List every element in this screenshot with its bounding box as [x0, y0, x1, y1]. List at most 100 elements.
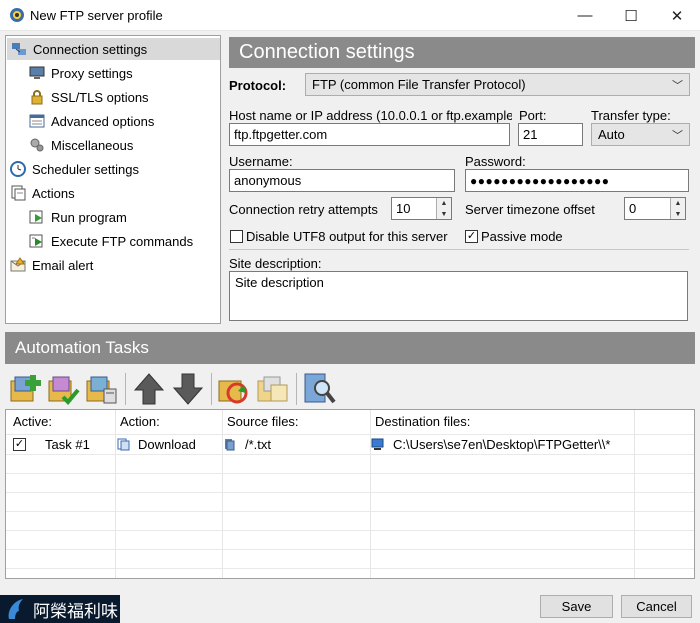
toolbar-separator: [296, 373, 297, 405]
watermark-icon: [8, 599, 23, 619]
password-label: Password:: [465, 154, 526, 169]
retry-attempts-value: 10: [396, 201, 411, 216]
tree-item-advanced-options[interactable]: Advanced options: [29, 110, 154, 132]
watermark-logo: 阿榮福利味: [0, 595, 120, 623]
column-header-active[interactable]: Active:: [13, 414, 52, 429]
pages-icon: [11, 185, 26, 201]
column-divider: [370, 410, 371, 578]
site-description-label: Site description:: [229, 256, 322, 271]
timezone-offset-value: 0: [629, 201, 637, 216]
tree-item-label: Connection settings: [33, 41, 148, 57]
column-header-destination[interactable]: Destination files:: [375, 414, 470, 429]
tree-item-run-program[interactable]: Run program: [29, 206, 127, 228]
column-divider: [222, 410, 223, 578]
retry-attempts-spinner[interactable]: ▲ ▼: [436, 198, 451, 219]
row-divider: [6, 434, 694, 435]
tree-item-label: Scheduler settings: [32, 161, 139, 177]
move-down-icon[interactable]: [170, 371, 206, 407]
task-action: Download: [138, 437, 196, 452]
tree-item-execute-ftp-commands[interactable]: Execute FTP commands: [29, 230, 193, 252]
save-button[interactable]: Save: [540, 595, 613, 618]
copy-task-icon[interactable]: [255, 371, 291, 407]
row-divider: [6, 454, 694, 455]
transfer-type-select[interactable]: Auto ﹀: [591, 123, 690, 146]
search-icon[interactable]: [302, 371, 338, 407]
retry-attempts-input[interactable]: 10 ▲ ▼: [391, 197, 452, 220]
spin-down-icon[interactable]: ▼: [671, 209, 685, 219]
disable-utf8-checkbox[interactable]: [230, 230, 243, 243]
move-up-icon[interactable]: [131, 371, 167, 407]
computer-icon: [371, 438, 384, 450]
spin-down-icon[interactable]: ▼: [437, 209, 451, 219]
network-icon: [12, 43, 26, 55]
approve-task-icon[interactable]: [46, 371, 82, 407]
maximize-button[interactable]: ☐: [608, 0, 654, 31]
password-input[interactable]: ●●●●●●●●●●●●●●●●●●: [465, 169, 689, 192]
tree-item-label: Execute FTP commands: [51, 233, 194, 249]
monitor-icon: [29, 66, 45, 79]
tree-item-connection-settings[interactable]: Connection settings: [7, 38, 220, 60]
host-input[interactable]: ftp.ftpgetter.com: [229, 123, 510, 146]
tree-item-label: SSL/TLS options: [51, 89, 149, 105]
automation-tasks-header: Automation Tasks: [5, 332, 695, 364]
column-header-action[interactable]: Action:: [120, 414, 160, 429]
retry-attempts-label: Connection retry attempts: [229, 202, 378, 217]
tree-item-actions[interactable]: Actions: [10, 182, 75, 204]
edit-task-icon[interactable]: [84, 371, 120, 407]
file-icon: [225, 439, 235, 451]
port-input[interactable]: 21: [518, 123, 583, 146]
timezone-offset-label: Server timezone offset: [465, 202, 595, 217]
passive-mode-checkbox[interactable]: ✓: [465, 230, 478, 243]
tree-item-label: Advanced options: [51, 113, 155, 129]
tree-item-ssl-tls-options[interactable]: SSL/TLS options: [29, 86, 149, 108]
task-name: Task #1: [45, 437, 90, 452]
watermark-text: 阿榮福利味: [33, 601, 118, 622]
toolbar-separator: [125, 373, 126, 405]
toolbar-separator: [211, 373, 212, 405]
tree-item-miscellaneous[interactable]: Miscellaneous: [29, 134, 133, 156]
download-icon: [117, 438, 130, 451]
add-task-icon[interactable]: [8, 371, 44, 407]
tree-item-proxy-settings[interactable]: Proxy settings: [29, 62, 133, 84]
title-bar: New FTP server profile — ☐ ✕: [0, 0, 700, 31]
site-description-textarea[interactable]: Site description: [229, 271, 688, 321]
port-label: Port:: [519, 108, 547, 123]
spin-up-icon[interactable]: ▲: [671, 198, 685, 209]
settings-tree: Connection settings Proxy settings SSL/T…: [5, 35, 221, 324]
row-divider: [6, 473, 694, 474]
connection-settings-header: Connection settings: [229, 37, 695, 68]
tree-item-label: Actions: [32, 185, 75, 201]
run-icon: [29, 210, 43, 224]
username-label: Username:: [229, 154, 293, 169]
timezone-offset-input[interactable]: 0 ▲ ▼: [624, 197, 686, 220]
spin-up-icon[interactable]: ▲: [437, 198, 451, 209]
tree-item-label: Run program: [51, 209, 127, 225]
tree-item-email-alert[interactable]: Email alert: [10, 254, 93, 276]
protocol-select[interactable]: FTP (common File Transfer Protocol) ﹀: [305, 73, 690, 96]
tree-item-scheduler-settings[interactable]: Scheduler settings: [10, 158, 139, 180]
task-active-checkbox[interactable]: ✓: [13, 438, 26, 451]
timezone-offset-spinner[interactable]: ▲ ▼: [670, 198, 685, 219]
chevron-down-icon: ﹀: [672, 80, 683, 92]
tree-item-label: Proxy settings: [51, 65, 133, 81]
tasks-table: Active: Action: Source files: Destinatio…: [5, 409, 695, 579]
lock-icon: [31, 90, 43, 105]
disable-utf8-label: Disable UTF8 output for this server: [246, 229, 448, 244]
task-source: /*.txt: [245, 437, 272, 452]
email-alert-icon: [10, 257, 26, 272]
column-divider: [115, 410, 116, 578]
row-divider: [6, 549, 694, 550]
refresh-task-icon[interactable]: [216, 371, 252, 407]
row-divider: [6, 530, 694, 531]
minimize-button[interactable]: —: [562, 0, 608, 31]
transfer-type-label: Transfer type:: [591, 108, 671, 123]
close-button[interactable]: ✕: [654, 0, 700, 31]
row-divider: [6, 568, 694, 569]
clock-icon: [10, 161, 26, 177]
host-label: Host name or IP address (10.0.0.1 or ftp…: [229, 108, 512, 123]
column-header-source[interactable]: Source files:: [227, 414, 299, 429]
cancel-button[interactable]: Cancel: [621, 595, 692, 618]
row-divider: [6, 492, 694, 493]
username-input[interactable]: anonymous: [229, 169, 455, 192]
divider: [229, 249, 689, 250]
